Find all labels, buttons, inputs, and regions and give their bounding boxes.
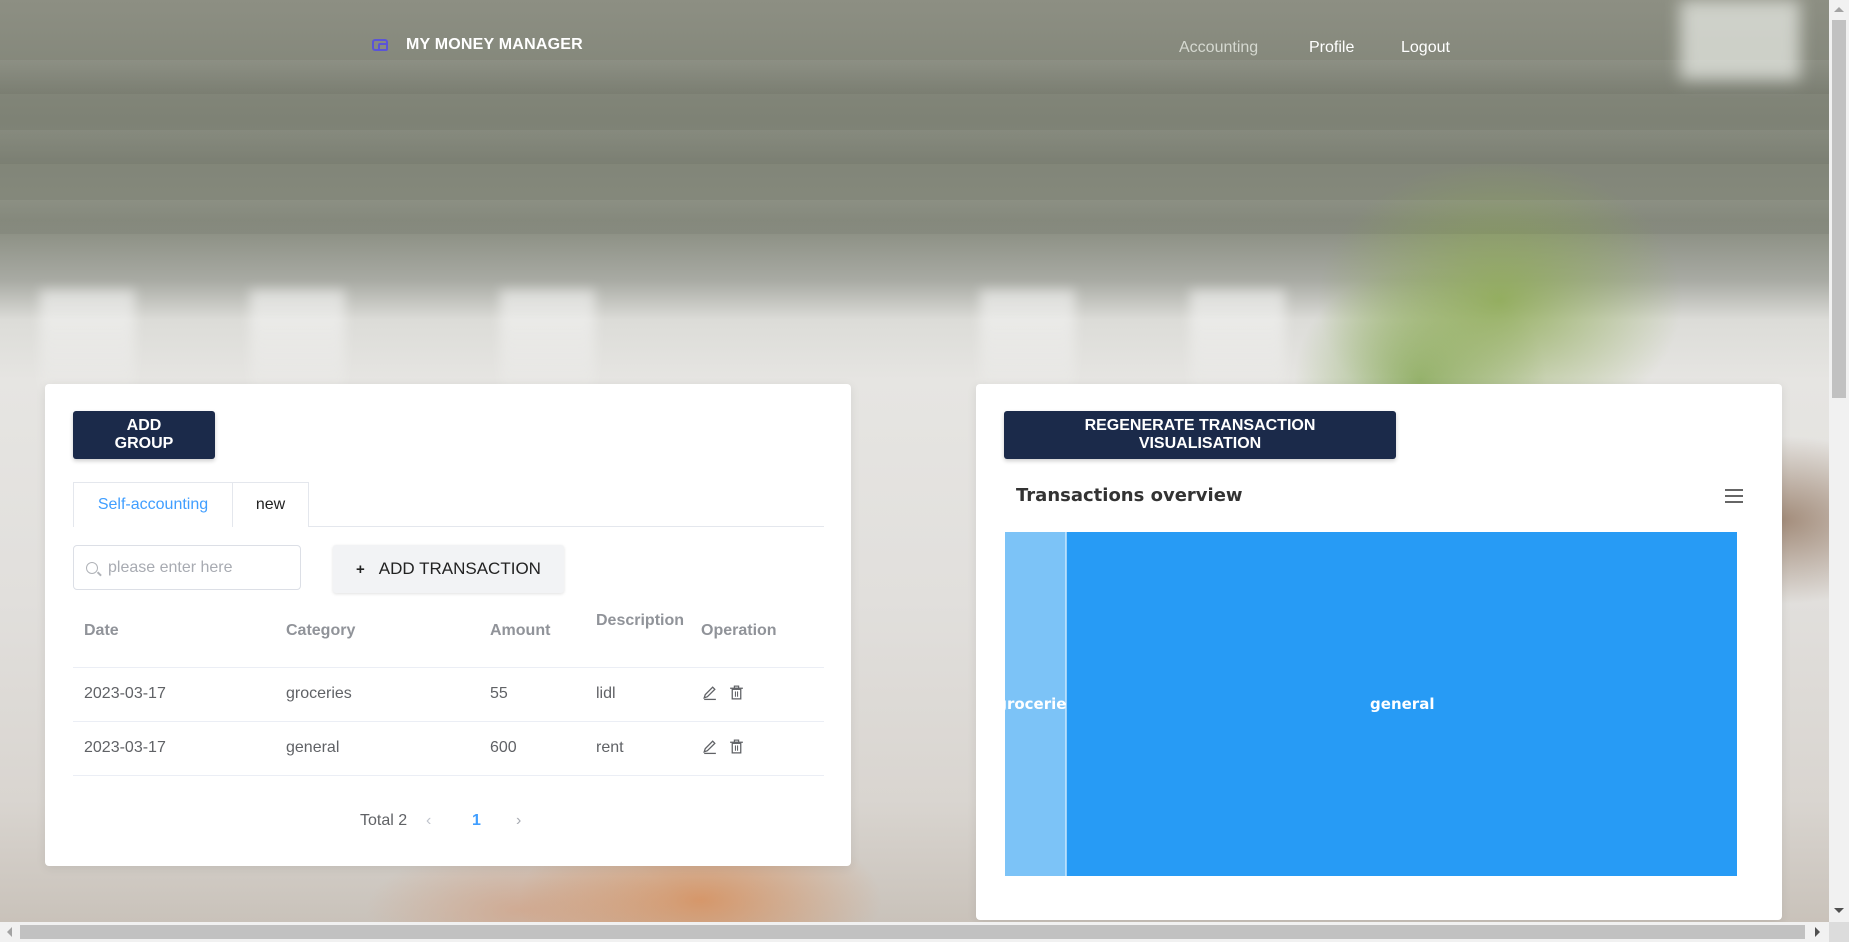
group-tabs: Self-accounting new <box>73 482 824 527</box>
page-number[interactable]: 1 <box>472 812 481 830</box>
treemap-chart: groceries general <box>1005 532 1737 876</box>
add-transaction-button[interactable]: + ADD TRANSACTION <box>333 545 564 593</box>
cell-description: lidl <box>596 685 616 702</box>
column-header-description[interactable]: Description <box>596 608 686 634</box>
edit-icon[interactable] <box>701 738 718 755</box>
tab-new[interactable]: new <box>232 482 309 527</box>
vertical-scrollbar-thumb[interactable] <box>1832 20 1846 398</box>
transactions-card: ADD GROUP Self-accounting new + ADD TRAN… <box>45 384 851 866</box>
edit-icon[interactable] <box>701 684 718 701</box>
brand-name: MY MONEY MANAGER <box>406 36 583 53</box>
trash-icon[interactable] <box>728 684 745 701</box>
chart-title: Transactions overview <box>1016 485 1243 506</box>
cell-category: general <box>286 739 340 756</box>
chevron-right-icon[interactable]: › <box>516 812 521 830</box>
search-box <box>73 545 301 590</box>
cell-description: rent <box>596 739 624 756</box>
column-header-amount[interactable]: Amount <box>490 622 550 640</box>
tab-self-accounting[interactable]: Self-accounting <box>73 482 233 527</box>
treemap-label-groceries: groceries <box>1005 695 1075 713</box>
transactions-table: Date Category Amount Description Operati… <box>73 596 824 776</box>
scroll-up-icon[interactable] <box>1834 7 1844 12</box>
cell-amount: 600 <box>490 739 517 756</box>
nav-profile[interactable]: Profile <box>1309 39 1354 57</box>
table-row: 2023-03-17 general 600 rent <box>73 722 824 776</box>
visualisation-card: REGENERATE TRANSACTION VISUALISATION Tra… <box>976 384 1782 920</box>
treemap-label-general: general <box>1370 695 1434 713</box>
trash-icon[interactable] <box>728 738 745 755</box>
top-navbar: MY MONEY MANAGER Accounting Profile Logo… <box>0 0 1829 96</box>
cell-date: 2023-03-17 <box>84 685 166 702</box>
scroll-left-icon[interactable] <box>7 927 12 937</box>
add-transaction-label: ADD TRANSACTION <box>378 559 541 578</box>
chevron-left-icon[interactable]: ‹ <box>426 812 431 830</box>
column-header-operation: Operation <box>701 622 777 639</box>
row-operations <box>701 738 745 755</box>
regenerate-visualisation-button[interactable]: REGENERATE TRANSACTION VISUALISATION <box>1004 411 1396 459</box>
column-header-date[interactable]: Date <box>84 622 119 640</box>
row-operations <box>701 684 745 701</box>
nav-logout[interactable]: Logout <box>1401 39 1450 57</box>
table-row: 2023-03-17 groceries 55 lidl <box>73 668 824 722</box>
scroll-down-icon[interactable] <box>1834 908 1844 913</box>
table-header: Date Category Amount Description Operati… <box>73 596 824 668</box>
scrollbar-corner <box>1829 922 1849 942</box>
brand[interactable]: MY MONEY MANAGER <box>372 36 583 54</box>
column-header-category[interactable]: Category <box>286 622 355 640</box>
menu-icon[interactable] <box>1725 489 1743 503</box>
search-icon <box>86 561 98 574</box>
pagination-total: Total 2 <box>360 812 408 829</box>
nav-accounting[interactable]: Accounting <box>1179 39 1258 57</box>
cell-amount: 55 <box>490 685 508 702</box>
add-group-button[interactable]: ADD GROUP <box>73 411 215 459</box>
cell-category: groceries <box>286 685 352 702</box>
wallet-icon <box>372 39 388 51</box>
scroll-right-icon[interactable] <box>1815 927 1820 937</box>
plus-icon: + <box>356 560 365 578</box>
cell-date: 2023-03-17 <box>84 739 166 756</box>
horizontal-scrollbar-thumb[interactable] <box>20 925 1805 939</box>
search-input[interactable] <box>108 558 288 577</box>
